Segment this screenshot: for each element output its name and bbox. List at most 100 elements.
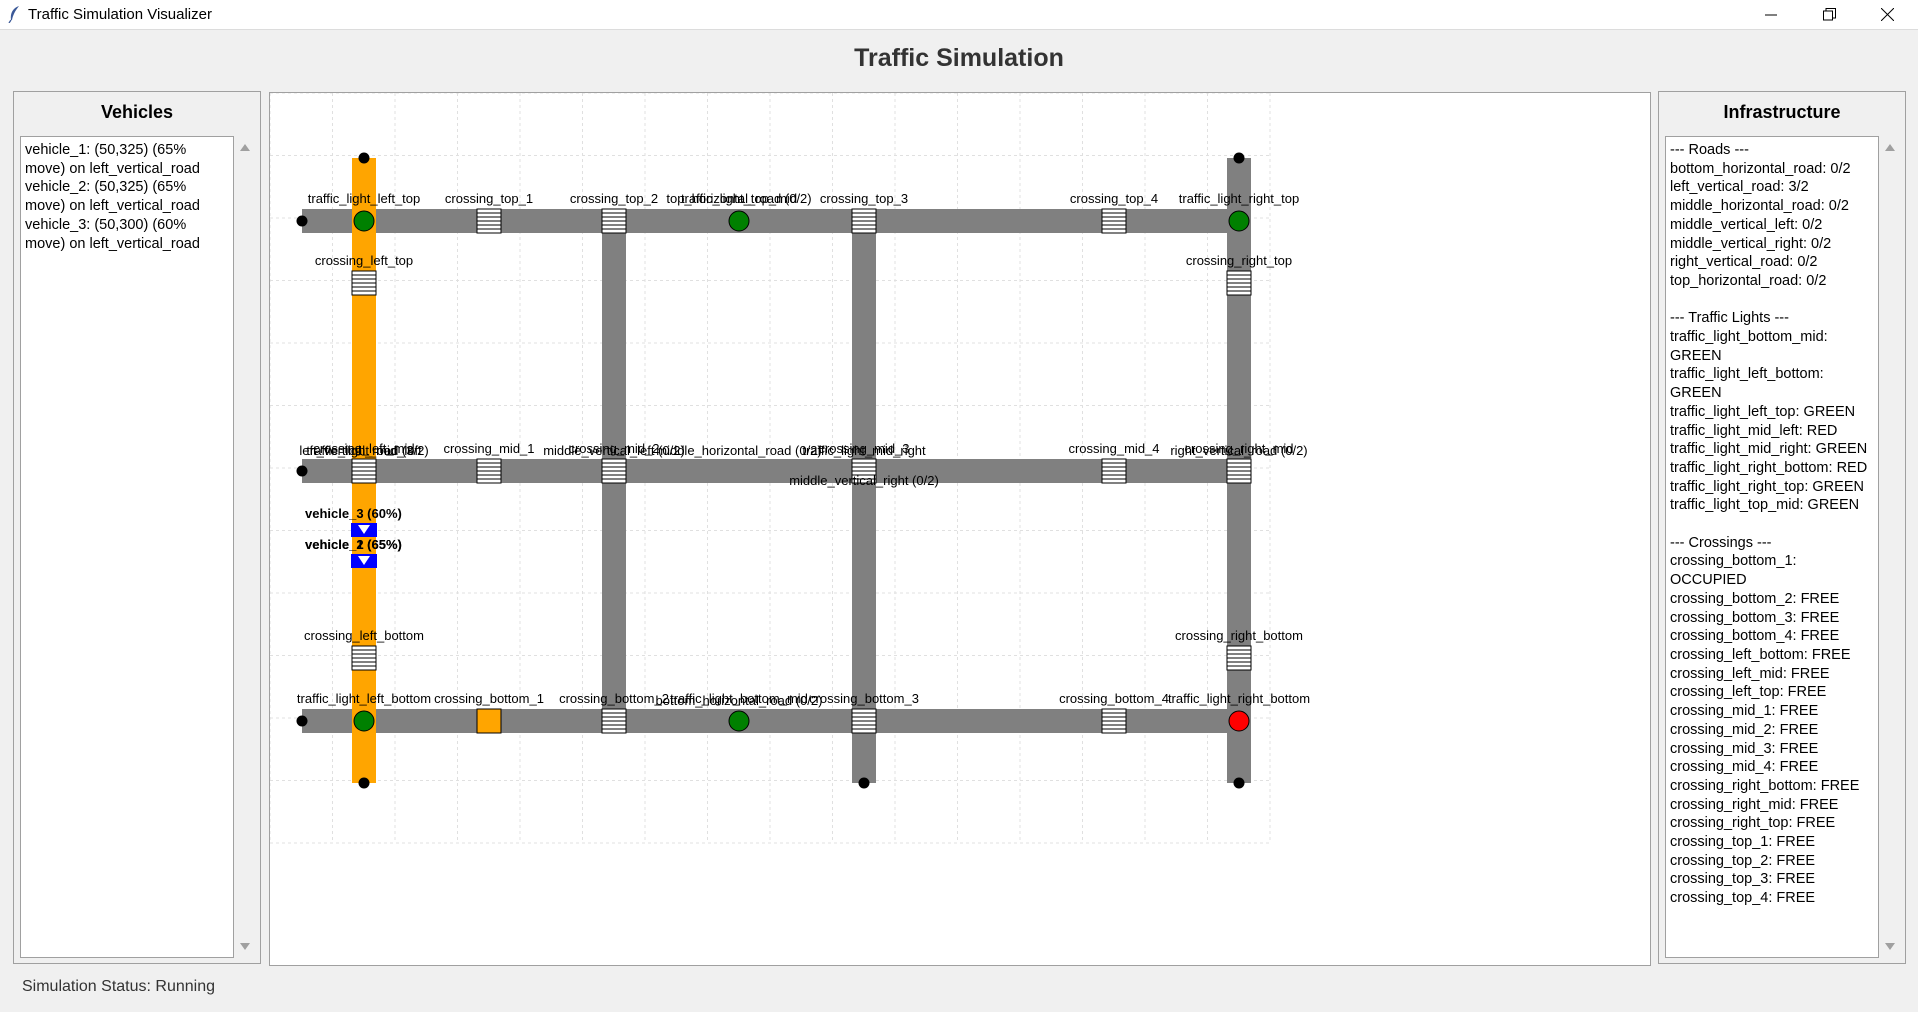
crossing-crossing-left-mid [351,458,377,484]
list-item: traffic_light_mid_left: RED [1670,422,1838,439]
traffic-light [728,710,750,732]
crossing-label: crossing_right_bottom [1175,628,1303,643]
list-item: traffic_light_mid_right: GREEN [1670,441,1868,458]
crossing-label: crossing_bottom_4 [1059,691,1169,706]
list-item: crossing_right_mid: FREE [1670,796,1839,813]
minimize-icon [1765,14,1777,15]
scroll-down-icon[interactable] [1885,943,1895,950]
traffic-light [353,710,375,732]
status-text: Simulation Status: Running [22,978,215,995]
traffic-light [728,210,750,232]
crossing-crossing-bottom-4 [1101,708,1127,734]
top-horizontal-road [302,209,1239,233]
scroll-up-icon[interactable] [240,144,250,151]
vehicles-panel-title: Vehicles [100,102,174,122]
list-item: move) on left_vertical_road [25,235,200,252]
scroll-up-icon[interactable] [1885,144,1895,151]
road-endpoint [358,777,370,789]
crossing-crossing-right-top [1226,270,1252,296]
traffic-map[interactable]: crossing_top_1 crossing_top_2 crossing_top… [269,92,1650,965]
list-item: traffic_light_right_bottom: RED [1670,459,1868,476]
infrastructure-scrollbar[interactable] [1881,136,1899,958]
close-icon [1880,8,1894,21]
middle-horizontal-road [302,459,1239,483]
vehicles-list[interactable]: vehicle_1: (50,325) (65% move) on left_ve… [20,136,234,958]
crossing-crossing-left-bottom [351,645,377,671]
list-item: middle_horizontal_road: 0/2 [1670,198,1849,215]
list-item: traffic_light_bottom_mid: [1670,329,1828,346]
crossing-crossing-top-4 [1101,208,1127,234]
crossing-crossing-bottom-3 [851,708,877,734]
list-item: left_vertical_road: 3/2 [1670,179,1809,196]
list-item: crossing_top_1: FREE [1670,834,1816,851]
list-item: vehicle_3: (50,300) (60% [25,216,187,233]
crossing-label: crossing_top_2 [570,191,658,206]
minimize-button[interactable] [1742,0,1800,29]
crossing-crossing-mid-2 [601,458,627,484]
infrastructure-panel: Infrastructure --- Roads --- bottom_horiz… [1658,91,1906,964]
list-item: GREEN [1670,347,1722,364]
infrastructure-panel-title: Infrastructure [1723,102,1841,122]
list-item: top_horizontal_road: 0/2 [1670,272,1827,289]
list-item: middle_vertical_left: 0/2 [1670,216,1823,233]
vehicle-label: vehicle_1 (65%) [305,537,402,552]
traffic-light [353,210,375,232]
crossing-crossing-right-mid [1226,458,1252,484]
list-item: crossing_left_mid: FREE [1670,665,1830,682]
restore-button[interactable] [1800,0,1858,29]
list-item: crossing_left_bottom: FREE [1670,646,1851,663]
crossing-label: crossing_bottom_3 [809,691,919,706]
list-item: crossing_mid_4: FREE [1670,759,1819,776]
list-item: crossing_left_top: FREE [1670,684,1827,701]
scroll-down-icon[interactable] [240,943,250,950]
list-item: crossing_bottom_2: FREE [1670,590,1840,607]
traffic-light-label: traffic_light_left_top [308,191,421,206]
window-titlebar: Traffic Simulation Visualizer [0,0,1918,30]
crossing-crossing-top-3 [851,208,877,234]
vehicle-label: vehicle_3 (60%) [305,506,402,521]
list-item: crossing_top_3: FREE [1670,871,1816,888]
crossing-crossing-top-2 [601,208,627,234]
road-label: middle_vertical_left (0/2) [543,443,685,458]
traffic-light-label: traffic_light_right_bottom [1168,691,1310,706]
crossing-label: crossing_left_bottom [304,628,424,643]
simulation-canvas[interactable]: crossing_top_1 crossing_top_2 crossing_top… [269,92,1651,966]
road-endpoint [1233,152,1245,164]
vehicle-marker [351,523,377,537]
list-item [1670,291,1874,310]
crossing-crossing-mid-1 [476,458,502,484]
road-endpoint [1233,777,1245,789]
traffic-light [1228,710,1250,732]
road-label: right_vertical_road (0/2) [1170,443,1307,458]
road-endpoint [858,777,870,789]
list-item: crossing_bottom_3: FREE [1670,609,1840,626]
list-item: traffic_light_left_top: GREEN [1670,403,1856,420]
list-item: vehicle_2: (50,325) (65% [25,179,187,196]
crossing-label: crossing_right_top [1186,253,1292,268]
list-item: crossing_top_2: FREE [1670,852,1816,869]
traffic-light-label: traffic_light_right_top [1179,191,1299,206]
crossing-label: crossing_top_3 [820,191,908,206]
road-label: left_vertical_road (3/2) [299,443,428,458]
page-title: Traffic Simulation [854,44,1064,72]
list-item: OCCUPIED [1670,572,1747,589]
vehicle-marker [351,554,377,568]
crossing-crossing-bottom-1 [476,708,502,734]
list-item: bottom_horizontal_road: 0/2 [1670,160,1851,177]
road-endpoint [296,465,308,477]
vehicles-scrollbar[interactable] [236,136,254,958]
list-item: --- Crossings --- [1670,534,1772,551]
list-item: vehicle_1: (50,325) (65% [25,142,187,158]
road-endpoint [358,152,370,164]
close-button[interactable] [1858,0,1916,29]
crossing-crossing-bottom-2 [601,708,627,734]
list-item [1670,515,1874,534]
traffic-light-label: traffic_light_left_bottom [297,691,431,706]
road-label: middle_vertical_right (0/2) [789,473,939,488]
list-item: crossing_mid_3: FREE [1670,740,1819,757]
list-item: right_vertical_road: 0/2 [1670,254,1818,271]
infrastructure-list[interactable]: --- Roads --- bottom_horizontal_road: 0/2… [1665,136,1879,958]
road-label: top_horizontal_road (0/2) [666,191,811,206]
crossing-label: crossing_top_4 [1070,191,1158,206]
list-item: traffic_light_left_bottom: [1670,366,1824,383]
